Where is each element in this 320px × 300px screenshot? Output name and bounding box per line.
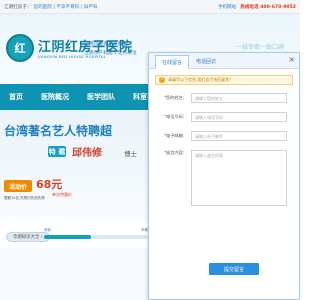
warning-icon: !: [159, 77, 165, 83]
promo-text: 限额10名,先预约先到先得: [4, 196, 45, 200]
message-dialog: 在线留言 电话回访 × ! 请填写以下信息,我们会尽快回复您! *您的姓名： *…: [148, 52, 300, 300]
message-label: *留言内容：: [163, 150, 187, 155]
header-note: 江阴市医保定点单位: [84, 42, 128, 47]
phone-row: *电话号码：: [155, 112, 293, 122]
nav-item-overview[interactable]: 医院概况: [32, 92, 78, 102]
hint-text: 请填写以下信息,我们会尽快回复您!: [168, 77, 231, 82]
welcome-text: 江阴红房子：: [4, 4, 32, 10]
message-row: *留言内容：: [155, 150, 293, 206]
top-links[interactable]: 您的医院 | 不孕不育科 | 妇产科: [34, 4, 98, 10]
mobile-site-link[interactable]: 手机网站: [218, 4, 236, 10]
banner-title: 台湾著名艺人特聘超: [4, 124, 113, 138]
hospital-logo-icon[interactable]: 红: [6, 34, 34, 62]
progress-fill: [44, 235, 91, 239]
nav-item-team[interactable]: 医学团队: [78, 92, 124, 102]
form-hint: ! 请填写以下信息,我们会尽快回复您!: [155, 75, 293, 85]
promo-block[interactable]: 活动价 68元 单次特惠价 限额10名,先预约先到先得: [0, 170, 148, 220]
promo-tag: 活动价: [4, 180, 32, 192]
phone-field[interactable]: [191, 112, 287, 122]
tab-online-message[interactable]: 在线留言: [155, 55, 190, 69]
header-notes: 江阴市医保定点单位 江阴市产科建卡定点单位: [84, 40, 154, 58]
name-field[interactable]: [191, 93, 287, 103]
progress-start-label: 孕前: [44, 228, 51, 232]
close-icon[interactable]: ×: [288, 56, 295, 64]
pregnancy-knowledge-button[interactable]: 孕期知识大全 ›: [6, 232, 50, 242]
doctor-name: 邱伟修: [72, 148, 102, 159]
header-note: 江阴市产科建卡定点单位: [84, 51, 137, 56]
progress-track: [44, 235, 148, 239]
tab-phone-callback[interactable]: 电话回访: [189, 54, 223, 68]
promo-price: 68元: [36, 178, 63, 191]
name-label: *您的姓名：: [163, 95, 187, 100]
special-badge: 特 邀: [48, 146, 66, 157]
message-field[interactable]: [191, 150, 287, 206]
top-bar: 江阴红房子： 您的医院 | 不孕不育科 | 妇产科 手机网站 热线电话 400-…: [0, 0, 300, 14]
email-row: *电子邮箱：: [155, 131, 293, 141]
nav-item-home[interactable]: 首页: [0, 92, 32, 102]
pregnancy-progress: 孕前 孕期: [44, 228, 148, 242]
email-field[interactable]: [191, 131, 287, 141]
name-row: *您的姓名：: [155, 93, 293, 103]
doctor-title: 博士: [124, 150, 137, 158]
submit-message-button[interactable]: 提交留言: [209, 263, 259, 275]
hotline-phone: 热线电话 400-670-9952: [240, 4, 296, 10]
progress-end-label: 孕期: [141, 228, 148, 232]
phone-label: *电话号码：: [163, 114, 187, 119]
footer-strip: [0, 248, 148, 300]
header-slogan: 一线专家一致口碑: [236, 44, 285, 51]
dialog-tabs: 在线留言 电话回访 ×: [149, 53, 299, 69]
email-label: *电子邮箱：: [163, 133, 187, 138]
promo-unit: 单次特惠价: [52, 192, 72, 197]
